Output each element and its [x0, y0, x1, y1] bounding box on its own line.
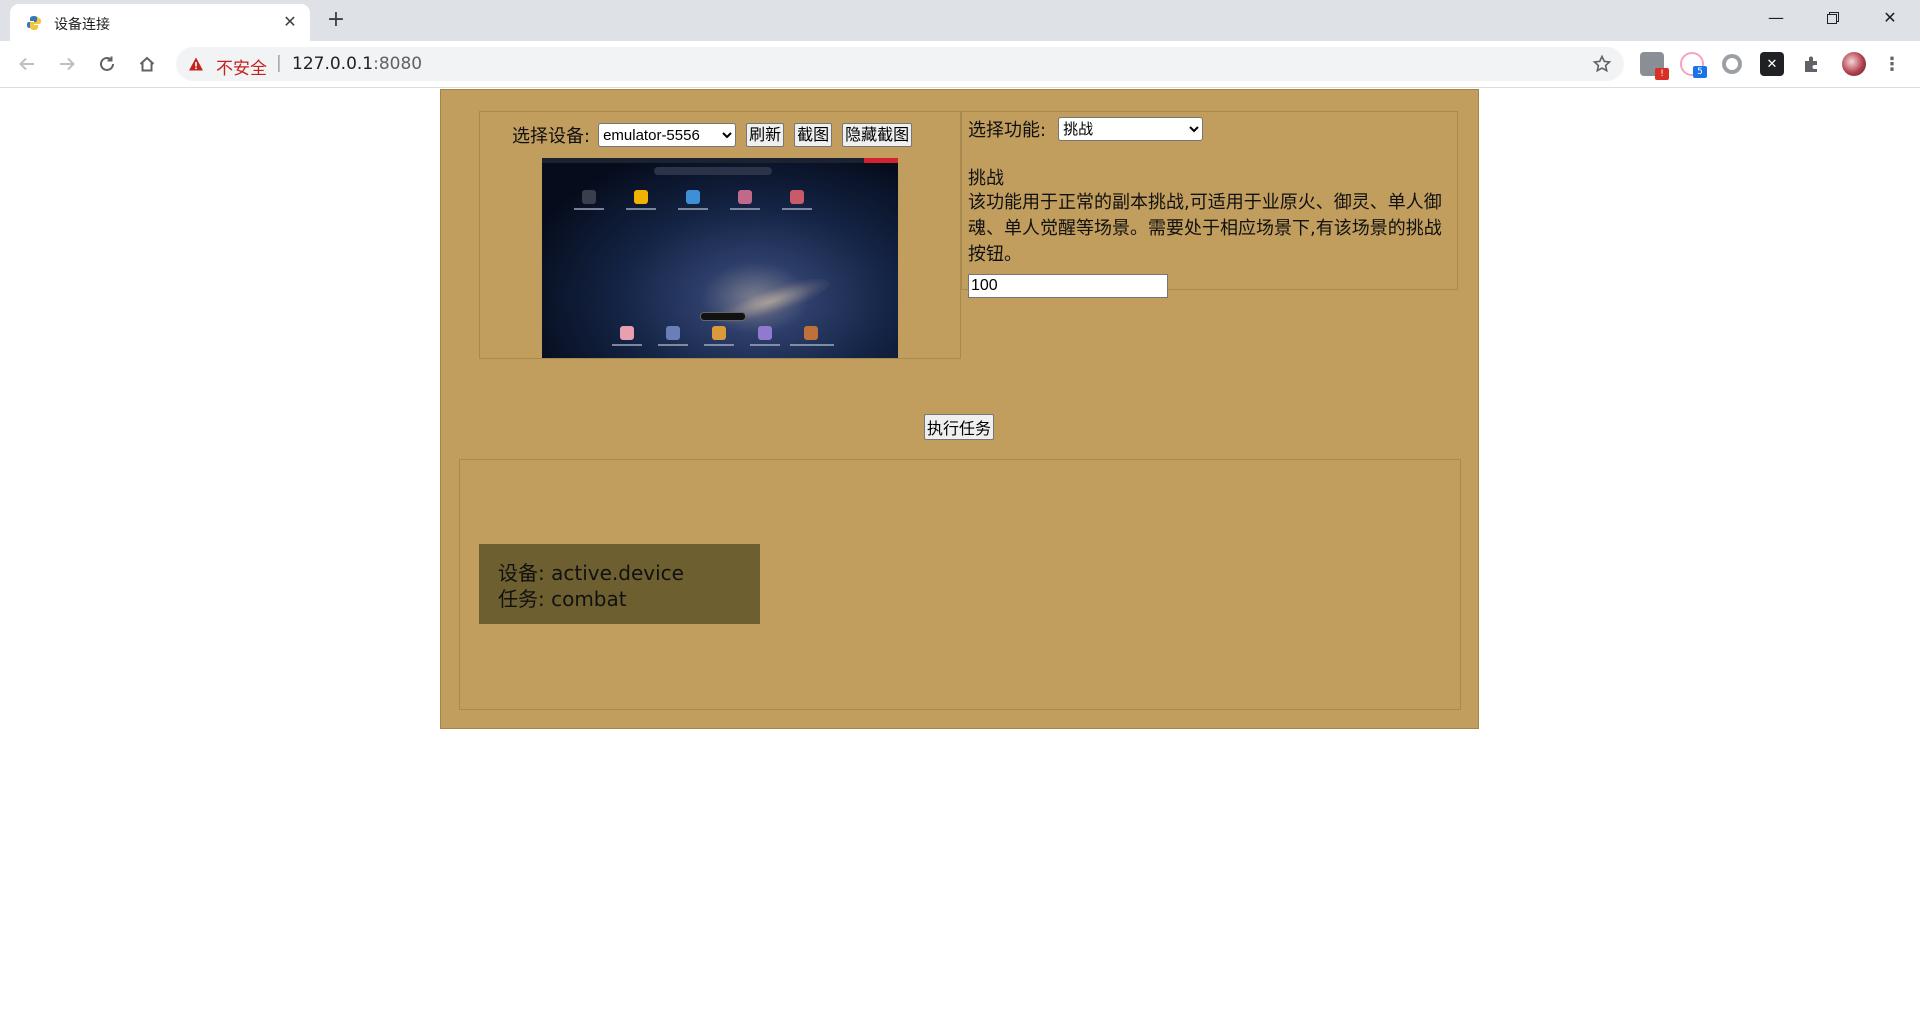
shot-search-bar: [654, 167, 772, 175]
extension-circle-icon[interactable]: [1720, 52, 1744, 76]
device-label: 选择设备:: [512, 126, 591, 147]
reload-icon[interactable]: [91, 48, 123, 80]
shot-dock-label: [790, 344, 834, 346]
screenshot-button[interactable]: 截图: [794, 123, 833, 147]
shot-galaxy: [710, 270, 834, 332]
tab-title: 设备连接: [54, 17, 110, 33]
app-container: 选择设备: emulator-5556 刷新 截图 隐藏截图 选择功能: 挑战 …: [440, 89, 1479, 729]
url-text[interactable]: 127.0.0.1:8080: [292, 54, 422, 74]
close-window-icon[interactable]: ✕: [1862, 0, 1918, 36]
url-port: :8080: [373, 54, 423, 74]
shot-app-icon: [634, 190, 648, 204]
browser-tab[interactable]: 设备连接 ✕: [10, 4, 310, 41]
device-controls: 选择设备: emulator-5556 刷新 截图 隐藏截图: [512, 122, 922, 148]
profile-avatar[interactable]: [1842, 52, 1866, 76]
shot-app-label: [782, 208, 812, 210]
warning-icon[interactable]: [188, 56, 204, 72]
function-select[interactable]: 挑战: [1058, 117, 1204, 141]
function-panel: 选择功能: 挑战 挑战 该功能用于正常的副本挑战,可适用于业原火、御灵、单人御魂…: [961, 111, 1458, 298]
device-select[interactable]: emulator-5556: [598, 123, 737, 147]
back-icon[interactable]: [11, 48, 43, 80]
shot-dock-icon: [666, 326, 680, 340]
extension-x-icon[interactable]: ✕: [1760, 52, 1784, 76]
refresh-button[interactable]: 刷新: [746, 123, 785, 147]
restore-icon[interactable]: [1805, 0, 1861, 36]
function-description: 该功能用于正常的副本挑战,可适用于业原火、御灵、单人御魂、单人觉醒等场景。需要处…: [968, 192, 1442, 265]
shot-dock-icon: [620, 326, 634, 340]
extension-badge: !: [1655, 68, 1669, 80]
shot-pill: [700, 312, 746, 321]
minimize-icon[interactable]: —: [1748, 0, 1804, 36]
count-input[interactable]: [968, 274, 1168, 298]
forward-icon[interactable]: [51, 48, 83, 80]
menu-kebab-icon[interactable]: ⋮: [1880, 52, 1904, 76]
security-status[interactable]: 不安全: [216, 54, 267, 79]
python-favicon-icon: [26, 15, 42, 31]
extension-shield-icon[interactable]: !: [1640, 52, 1669, 80]
function-label: 选择功能:: [968, 120, 1047, 141]
shot-app-label: [626, 208, 656, 210]
shot-dock-icon: [804, 326, 818, 340]
shot-dock-label: [750, 344, 780, 346]
close-tab-icon[interactable]: ✕: [278, 10, 302, 34]
new-tab-icon[interactable]: +: [322, 6, 350, 34]
extension-cat-icon[interactable]: 5: [1680, 52, 1707, 78]
shot-dock-icon: [758, 326, 772, 340]
shot-close-bar: [864, 158, 898, 163]
shot-dock-label: [704, 344, 734, 346]
hide-screenshot-button[interactable]: 隐藏截图: [842, 123, 913, 147]
execute-task-button[interactable]: 执行任务: [924, 414, 995, 440]
home-icon[interactable]: [131, 48, 163, 80]
url-separator: |: [276, 53, 282, 73]
shot-app-icon: [582, 190, 596, 204]
shot-dock-label: [658, 344, 688, 346]
device-panel: 选择设备: emulator-5556 刷新 截图 隐藏截图: [479, 111, 961, 359]
browser-titlebar: 设备连接 ✕ + — ✕: [0, 0, 1920, 41]
shot-app-label: [574, 208, 604, 210]
shot-topbar: [542, 158, 898, 163]
task-area: 设备: active.device 任务: combat: [459, 459, 1461, 710]
device-screenshot: [542, 158, 898, 358]
shot-app-label: [678, 208, 708, 210]
function-controls: 选择功能: 挑战: [968, 116, 1204, 142]
url-host: 127.0.0.1: [292, 54, 374, 74]
task-card: 设备: active.device 任务: combat: [479, 544, 760, 624]
function-name: 挑战: [968, 168, 1004, 189]
address-bar[interactable]: 不安全 | 127.0.0.1:8080: [176, 47, 1624, 81]
shot-dock-label: [612, 344, 642, 346]
shot-app-label: [730, 208, 760, 210]
shot-app-icon: [790, 190, 804, 204]
extension-badge: 5: [1693, 66, 1707, 78]
task-name-line: 任务: combat: [498, 587, 627, 611]
bookmark-star-icon[interactable]: [1592, 54, 1612, 74]
shot-dock-icon: [712, 326, 726, 340]
shot-app-icon: [738, 190, 752, 204]
shot-app-icon: [686, 190, 700, 204]
task-device-line: 设备: active.device: [498, 561, 684, 585]
browser-toolbar: 不安全 | 127.0.0.1:8080 ! 5 ✕ ⋮: [0, 41, 1920, 88]
extensions-puzzle-icon[interactable]: [1800, 52, 1824, 76]
